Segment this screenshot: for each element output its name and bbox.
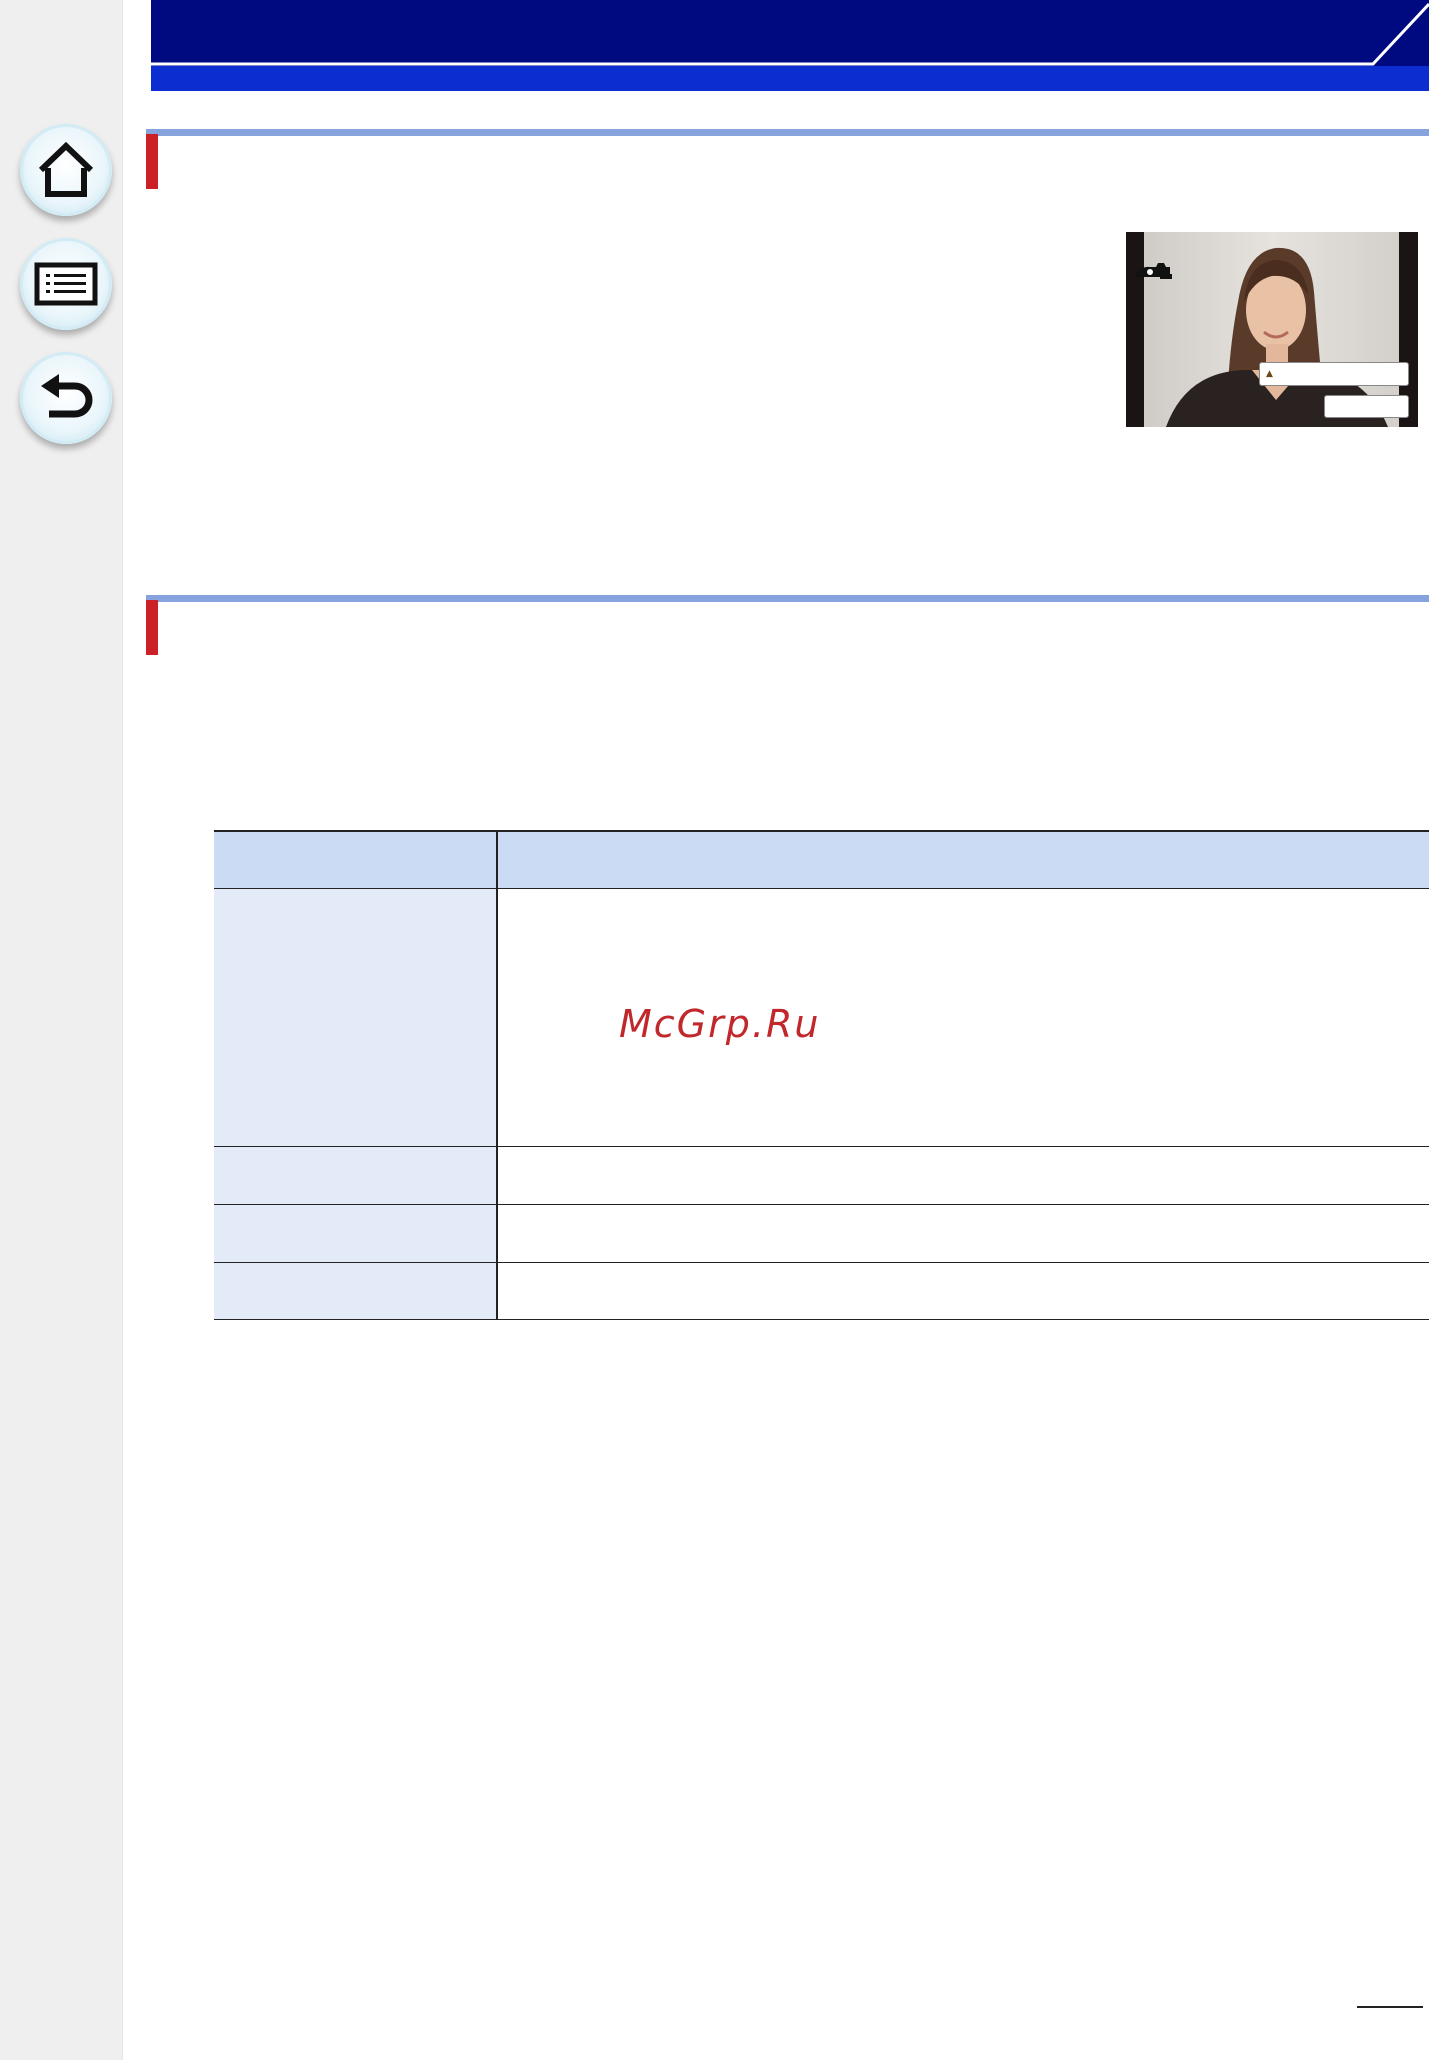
page-number-rule: [1357, 2006, 1423, 2008]
table-value-cell: [497, 1262, 1429, 1320]
back-button[interactable]: [20, 352, 112, 444]
watermark-text: McGrp.Ru: [619, 1002, 821, 1046]
table-row: [214, 1262, 1429, 1320]
chapter-header-bar: [151, 0, 1429, 91]
home-button[interactable]: [20, 124, 112, 216]
table-value-cell: [497, 1204, 1429, 1263]
section-rule: [146, 129, 1429, 136]
table-label-cell: [214, 888, 498, 1147]
camera-screen-illustration: ▲: [1126, 232, 1418, 427]
camera-menu-box: ▲: [1259, 362, 1409, 386]
table-header-row: [214, 830, 1429, 889]
table-label-cell: [214, 1262, 498, 1320]
caret-up-icon: ▲: [1266, 368, 1273, 379]
contents-list-icon: [34, 262, 98, 306]
settings-table: [214, 830, 1429, 1320]
section-marker: [146, 134, 158, 189]
section-rule: [146, 595, 1429, 602]
table-header-cell: [214, 830, 498, 889]
table-row: [214, 1204, 1429, 1263]
home-icon: [38, 142, 94, 197]
table-row: [214, 888, 1429, 1147]
table-row: [214, 1146, 1429, 1205]
back-arrow-icon: [41, 374, 93, 418]
sidebar: [0, 0, 123, 2060]
table-value-cell: [497, 1146, 1429, 1205]
table-header-cell: [497, 830, 1429, 889]
table-label-cell: [214, 1146, 498, 1205]
table-label-cell: [214, 1204, 498, 1263]
section-marker: [146, 600, 158, 655]
contents-button[interactable]: [20, 238, 112, 330]
camera-menu-box: [1324, 395, 1409, 418]
print-icon: [1160, 274, 1172, 279]
